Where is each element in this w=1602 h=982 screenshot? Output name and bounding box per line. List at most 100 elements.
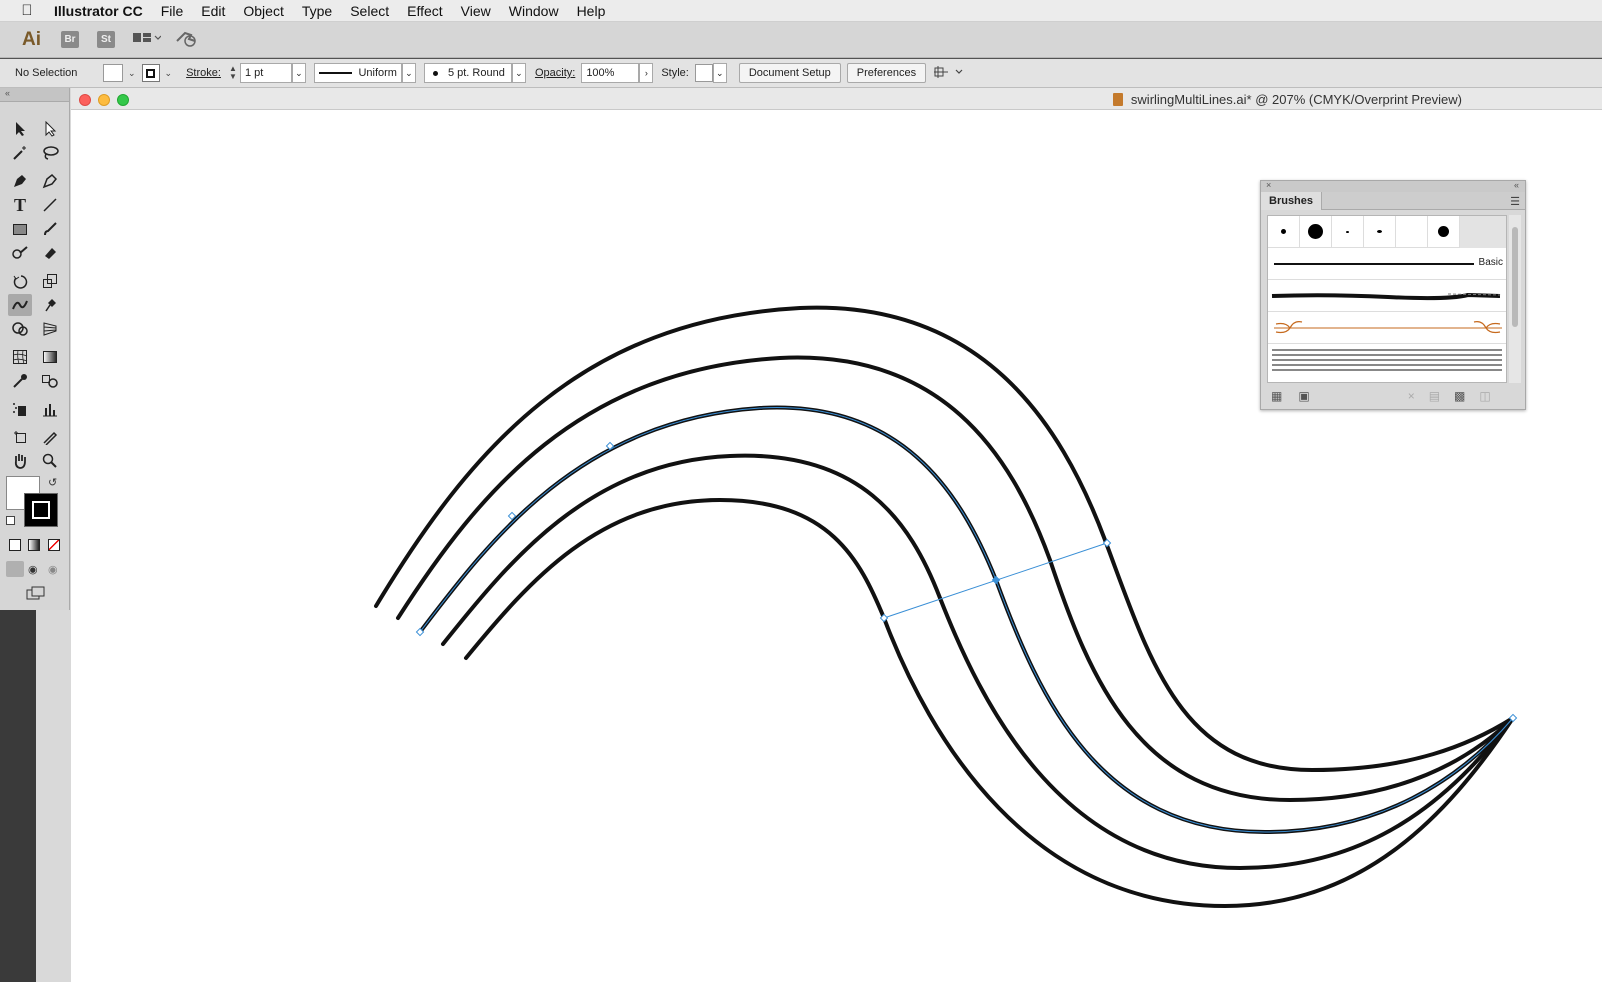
eyedropper-tool-icon[interactable] [8,370,32,392]
panel-close-icon[interactable]: × [1266,180,1271,190]
brush-cell[interactable] [1364,216,1396,248]
document-setup-button[interactable]: Document Setup [738,63,841,83]
brush-row-basic[interactable]: Basic [1268,248,1506,280]
zoom-window-icon[interactable] [117,94,129,106]
brush-definition[interactable]: 5 pt. Round [423,63,512,83]
stroke-swatch[interactable] [141,64,160,82]
menu-select[interactable]: Select [350,3,389,19]
arrange-documents-icon[interactable] [133,31,162,48]
pen-tool-icon[interactable] [8,170,32,192]
menu-type[interactable]: Type [302,3,332,19]
brush-cell[interactable] [1396,216,1428,248]
bridge-button[interactable]: Br [61,31,79,48]
swap-fill-stroke-icon[interactable]: ↺ [48,476,57,489]
panel-collapse-icon[interactable]: « [1514,180,1519,190]
curvature-tool-icon[interactable] [38,170,62,192]
apple-menu-icon[interactable]:  [0,2,54,19]
new-brush-icon[interactable]: ▩ [1454,389,1465,403]
stroke-label[interactable]: Stroke: [186,67,221,79]
symbol-sprayer-tool-icon[interactable] [8,398,32,420]
opacity-arrow-icon[interactable]: › [639,63,654,83]
swirl-line-2[interactable] [396,355,1515,803]
fill-swatch[interactable] [103,64,123,82]
menu-view[interactable]: View [461,3,491,19]
fill-dropdown-icon[interactable]: ⌄ [128,68,136,79]
profile-dropdown-icon[interactable]: ⌄ [401,63,416,83]
stroke-weight-dropdown-icon[interactable]: ⌄ [291,63,306,83]
opacity-input[interactable]: 100% [581,63,640,83]
gradient-tool-icon[interactable] [38,346,62,368]
color-mode-icon[interactable] [9,539,21,551]
gradient-mode-icon[interactable] [28,539,40,551]
brush-options-icon[interactable]: ▤ [1429,389,1440,403]
brush-list-scrollbar[interactable] [1509,215,1521,383]
brush-cell[interactable] [1428,216,1460,248]
blend-tool-icon[interactable] [38,370,62,392]
stroke-dropdown-icon[interactable]: ⌄ [165,68,173,79]
none-mode-icon[interactable] [48,539,60,551]
artboard-tool-icon[interactable] [8,426,32,448]
menu-effect[interactable]: Effect [407,3,443,19]
brush-libraries-icon[interactable]: ▦ [1271,389,1282,403]
close-icon[interactable] [79,94,91,106]
variable-width-profile[interactable]: Uniform [313,63,402,83]
screen-mode-icon[interactable] [26,586,46,605]
paintbrush-tool-icon[interactable] [38,218,62,240]
brush-dropdown-icon[interactable]: ⌄ [511,63,526,83]
app-menu[interactable]: Illustrator CC [54,3,143,19]
puppet-warp-tool-icon[interactable] [38,294,62,316]
menu-edit[interactable]: Edit [201,3,225,19]
brush-cell[interactable] [1332,216,1364,248]
tab-brushes[interactable]: Brushes [1261,192,1323,210]
menu-file[interactable]: File [161,3,184,19]
hand-tool-icon[interactable] [8,450,32,472]
minimize-icon[interactable] [98,94,110,106]
remove-stroke-icon[interactable]: × [1408,389,1415,403]
slice-tool-icon[interactable] [38,426,62,448]
delete-brush-icon[interactable]: ◫ [1479,389,1490,403]
perspective-grid-tool-icon[interactable] [38,318,62,340]
column-graph-tool-icon[interactable] [38,398,62,420]
menu-window[interactable]: Window [509,3,559,19]
brush-cell[interactable] [1300,216,1332,248]
style-swatch[interactable] [694,64,713,82]
style-dropdown-icon[interactable]: ⌄ [712,63,727,83]
opacity-label[interactable]: Opacity: [535,67,575,79]
shaper-tool-icon[interactable] [8,242,32,264]
line-segment-tool-icon[interactable] [38,194,62,216]
selection-tool-icon[interactable] [8,118,32,140]
eraser-tool-icon[interactable] [38,242,62,264]
stroke-color-box[interactable] [24,493,58,527]
brush-row-arrow[interactable] [1268,312,1506,344]
draw-inside-icon[interactable]: ◉ [48,563,58,576]
draw-behind-icon[interactable]: ◉ [28,563,38,576]
document-title-bar: swirlingMultiLines.ai* @ 207% (CMYK/Over… [71,88,1602,110]
draw-normal-icon[interactable] [6,561,24,577]
magic-wand-tool-icon[interactable] [8,142,32,164]
direct-selection-tool-icon[interactable] [38,118,62,140]
menu-help[interactable]: Help [577,3,606,19]
preferences-button[interactable]: Preferences [846,63,927,83]
brush-row-charcoal[interactable] [1268,280,1506,312]
lasso-tool-icon[interactable] [38,142,62,164]
type-tool-icon[interactable]: T [8,194,32,216]
zoom-tool-icon[interactable] [38,450,62,472]
menu-object[interactable]: Object [243,3,283,19]
stroke-stepper-icon[interactable]: ▲ ▼ [227,65,239,81]
default-fill-stroke-icon[interactable] [6,516,15,525]
brush-row-lines[interactable] [1268,344,1506,376]
stock-button[interactable]: St [97,31,115,48]
swirl-line-4[interactable] [441,453,1515,871]
panel-menu-icon[interactable]: ☰ [1510,195,1520,208]
rectangle-tool-icon[interactable] [8,218,32,240]
rotate-tool-icon[interactable] [8,270,32,292]
arrange-icon[interactable] [934,65,964,82]
scale-tool-icon[interactable] [38,270,62,292]
mesh-tool-icon[interactable] [8,346,32,368]
shape-builder-tool-icon[interactable] [8,318,32,340]
stroke-weight-input[interactable]: 1 pt [239,63,292,83]
brush-cell[interactable] [1268,216,1300,248]
width-tool-icon[interactable] [8,294,32,316]
libraries-panel-icon[interactable]: ▣ [1298,389,1309,403]
gpu-performance-icon[interactable] [175,29,199,50]
